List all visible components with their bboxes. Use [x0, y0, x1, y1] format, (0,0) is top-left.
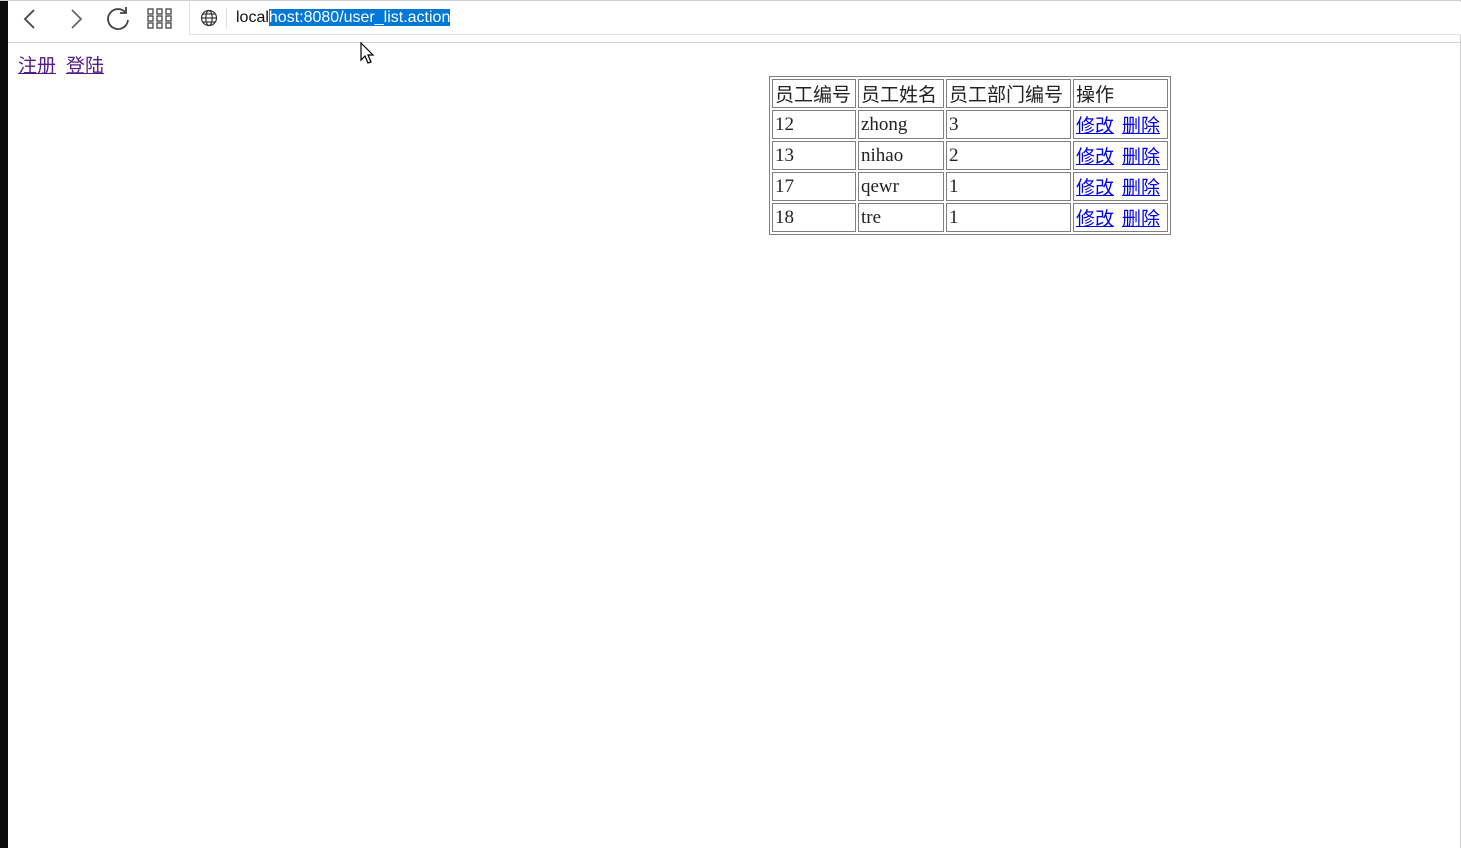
forward-button[interactable] — [58, 3, 94, 35]
address-bar[interactable]: localhost:8080/user_list.action — [189, 2, 1461, 35]
apps-button[interactable] — [142, 3, 178, 35]
cell-employee-name: zhong — [858, 110, 944, 139]
delete-link[interactable]: 删除 — [1122, 116, 1160, 137]
cell-actions: 修改 删除 — [1073, 203, 1168, 232]
header-employee-id: 员工编号 — [772, 79, 856, 108]
page-content: 注册 登陆 员工编号 员工姓名 员工部门编号 操作 12 zhong 3 修改 删除… — [8, 43, 1460, 848]
cell-employee-id: 17 — [772, 172, 856, 201]
table-row: 18 tre 1 修改 删除 — [772, 203, 1168, 232]
table-row: 12 zhong 3 修改 删除 — [772, 110, 1168, 139]
cell-department-id: 3 — [946, 110, 1071, 139]
edit-link[interactable]: 修改 — [1076, 116, 1114, 137]
register-link[interactable]: 注册 — [18, 56, 56, 77]
back-arrow-icon — [23, 9, 35, 29]
cell-employee-id: 18 — [772, 203, 856, 232]
url-selected-text: host:8080/user_list.action — [268, 9, 451, 26]
delete-link[interactable]: 删除 — [1122, 209, 1160, 230]
table-row: 17 qewr 1 修改 删除 — [772, 172, 1168, 201]
window-left-border — [0, 0, 8, 848]
cell-employee-name: tre — [858, 203, 944, 232]
cell-actions: 修改 删除 — [1073, 110, 1168, 139]
cell-department-id: 2 — [946, 141, 1071, 170]
cell-employee-id: 13 — [772, 141, 856, 170]
back-button[interactable] — [12, 3, 48, 35]
cell-actions: 修改 删除 — [1073, 172, 1168, 201]
auth-links: 注册 登陆 — [18, 51, 114, 78]
cell-department-id: 1 — [946, 172, 1071, 201]
table-row: 13 nihao 2 修改 删除 — [772, 141, 1168, 170]
delete-link[interactable]: 删除 — [1122, 178, 1160, 199]
address-separator — [226, 8, 227, 28]
apps-grid-icon — [147, 8, 172, 29]
url-text[interactable]: localhost:8080/user_list.action — [236, 8, 451, 28]
cell-employee-name: nihao — [858, 141, 944, 170]
header-employee-name: 员工姓名 — [858, 79, 944, 108]
globe-icon — [200, 9, 218, 27]
refresh-icon — [107, 7, 129, 30]
forward-arrow-icon — [71, 9, 83, 29]
delete-link[interactable]: 删除 — [1122, 147, 1160, 168]
header-actions: 操作 — [1073, 79, 1168, 108]
cell-employee-name: qewr — [858, 172, 944, 201]
edit-link[interactable]: 修改 — [1076, 178, 1114, 199]
employee-table: 员工编号 员工姓名 员工部门编号 操作 12 zhong 3 修改 删除 13 n… — [769, 76, 1171, 235]
cell-department-id: 1 — [946, 203, 1071, 232]
mouse-cursor-icon — [360, 42, 375, 64]
cell-employee-id: 12 — [772, 110, 856, 139]
login-link[interactable]: 登陆 — [66, 56, 104, 77]
refresh-button[interactable] — [100, 3, 136, 35]
header-department-id: 员工部门编号 — [946, 79, 1071, 108]
edit-link[interactable]: 修改 — [1076, 147, 1114, 168]
browser-toolbar: localhost:8080/user_list.action — [8, 1, 1461, 43]
cell-actions: 修改 删除 — [1073, 141, 1168, 170]
url-unselected-text: local — [236, 9, 269, 26]
edit-link[interactable]: 修改 — [1076, 209, 1114, 230]
table-header-row: 员工编号 员工姓名 员工部门编号 操作 — [772, 79, 1168, 108]
